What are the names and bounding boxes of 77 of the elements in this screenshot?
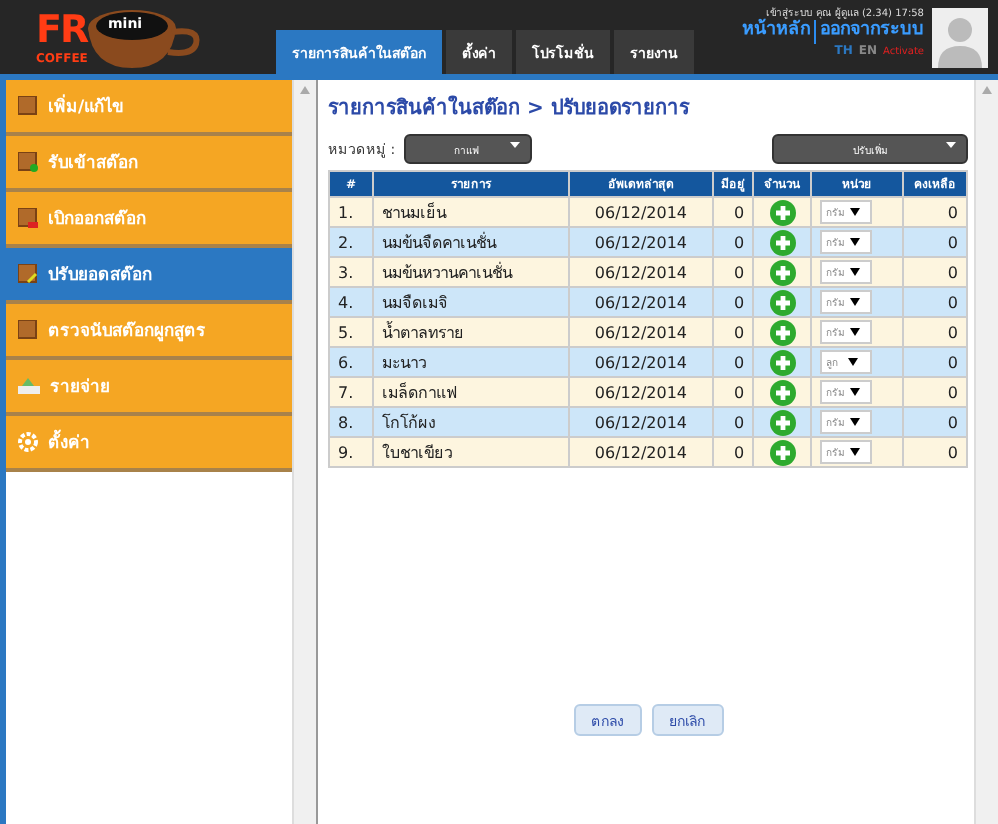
add-icon[interactable] bbox=[769, 199, 796, 225]
add-icon[interactable] bbox=[769, 409, 796, 435]
add-icon[interactable] bbox=[769, 379, 796, 405]
caret-icon bbox=[850, 328, 861, 336]
table-cell: 06/12/2014 bbox=[568, 347, 714, 377]
sidebar-item[interactable]: เพิ่ม/แก้ไข bbox=[6, 80, 293, 136]
cash-icon bbox=[18, 378, 40, 394]
sidebar-item[interactable]: ตั้งค่า bbox=[6, 416, 293, 472]
box-icon bbox=[18, 320, 38, 340]
box-icon bbox=[18, 208, 38, 228]
add-icon[interactable] bbox=[769, 259, 796, 285]
table-cell: 06/12/2014 bbox=[568, 377, 714, 407]
table-cell: 0 bbox=[903, 377, 967, 407]
table-cell: 0 bbox=[903, 257, 967, 287]
sidebar-item[interactable]: รายจ่าย bbox=[6, 360, 293, 416]
table-cell: 2. bbox=[329, 227, 373, 257]
caret-icon bbox=[509, 141, 520, 147]
caret-icon bbox=[850, 388, 861, 396]
box-icon bbox=[18, 264, 38, 284]
caret-icon bbox=[850, 238, 861, 246]
table-cell: 06/12/2014 bbox=[568, 197, 714, 227]
table-cell: นมข้นหวานคาเนชั่น bbox=[372, 257, 569, 287]
add-icon[interactable] bbox=[769, 439, 796, 465]
add-icon[interactable] bbox=[769, 229, 796, 255]
sidebar-item[interactable]: รับเข้าสต๊อก bbox=[6, 136, 293, 192]
caret-icon bbox=[850, 298, 861, 306]
table-cell: 3. bbox=[329, 257, 373, 287]
table-cell: 0 bbox=[903, 347, 967, 377]
add-icon[interactable] bbox=[769, 349, 796, 375]
caret-icon bbox=[946, 141, 956, 147]
table-cell: 0 bbox=[903, 287, 967, 317]
scroll-up-icon[interactable] bbox=[300, 86, 311, 94]
table-cell: เมล็ดกาแฟ bbox=[372, 377, 569, 407]
logout-link[interactable]: ออกจากระบบ bbox=[820, 22, 924, 42]
table-cell: นมจืดเมจิ bbox=[372, 287, 569, 317]
table-cell: 0 bbox=[903, 227, 967, 257]
table-cell: 06/12/2014 bbox=[568, 257, 714, 287]
caret-icon bbox=[850, 448, 861, 456]
logo-text: FR bbox=[36, 8, 88, 52]
table-cell: โกโก้ผง bbox=[372, 407, 569, 437]
caret-icon bbox=[847, 358, 858, 366]
sidebar-item[interactable]: เบิกออกสต๊อก bbox=[6, 192, 293, 248]
sidebar-item[interactable]: ปรับยอดสต๊อก bbox=[6, 248, 293, 304]
caret-icon bbox=[850, 268, 861, 276]
table-cell: 06/12/2014 bbox=[568, 407, 714, 437]
box-icon bbox=[18, 152, 38, 172]
table-cell: 1. bbox=[329, 197, 373, 227]
table-cell: 0 bbox=[903, 407, 967, 437]
sidebar-item[interactable]: ตรวจนับสต๊อกผูกสูตร bbox=[6, 304, 293, 360]
table-cell: 5. bbox=[329, 317, 373, 347]
table-cell: 0 bbox=[903, 437, 967, 467]
box-icon bbox=[18, 96, 38, 116]
add-icon[interactable] bbox=[769, 289, 796, 315]
table-cell: ใบชาเขียว bbox=[372, 437, 569, 467]
home-link[interactable]: หน้าหลัก bbox=[742, 22, 810, 42]
table-cell: 0 bbox=[903, 317, 967, 347]
table-cell: นมข้นจืดคาเนชั่น bbox=[372, 227, 569, 257]
breadcrumb: รายการสินค้าในสต๊อก > ปรับยอดรายการ bbox=[328, 93, 692, 122]
settings-icon bbox=[18, 432, 38, 452]
table-cell: 6. bbox=[329, 347, 373, 377]
table-cell: มะนาว bbox=[372, 347, 569, 377]
table-cell: 0 bbox=[903, 197, 967, 227]
table-cell: 9. bbox=[329, 437, 373, 467]
scroll-up-icon[interactable] bbox=[982, 86, 992, 94]
table-cell: 06/12/2014 bbox=[568, 437, 714, 467]
table-cell: 06/12/2014 bbox=[568, 287, 714, 317]
table-cell: 7. bbox=[329, 377, 373, 407]
table-cell: 4. bbox=[329, 287, 373, 317]
table-cell: ชานมเย็น bbox=[372, 197, 569, 227]
caret-icon bbox=[850, 208, 861, 216]
caret-icon bbox=[850, 418, 861, 426]
table-cell: 8. bbox=[329, 407, 373, 437]
table-cell: 06/12/2014 bbox=[568, 317, 714, 347]
avatar-icon bbox=[932, 7, 988, 67]
table-cell: 06/12/2014 bbox=[568, 227, 714, 257]
add-icon[interactable] bbox=[769, 319, 796, 345]
table-cell: น้ำตาลทราย bbox=[372, 317, 569, 347]
